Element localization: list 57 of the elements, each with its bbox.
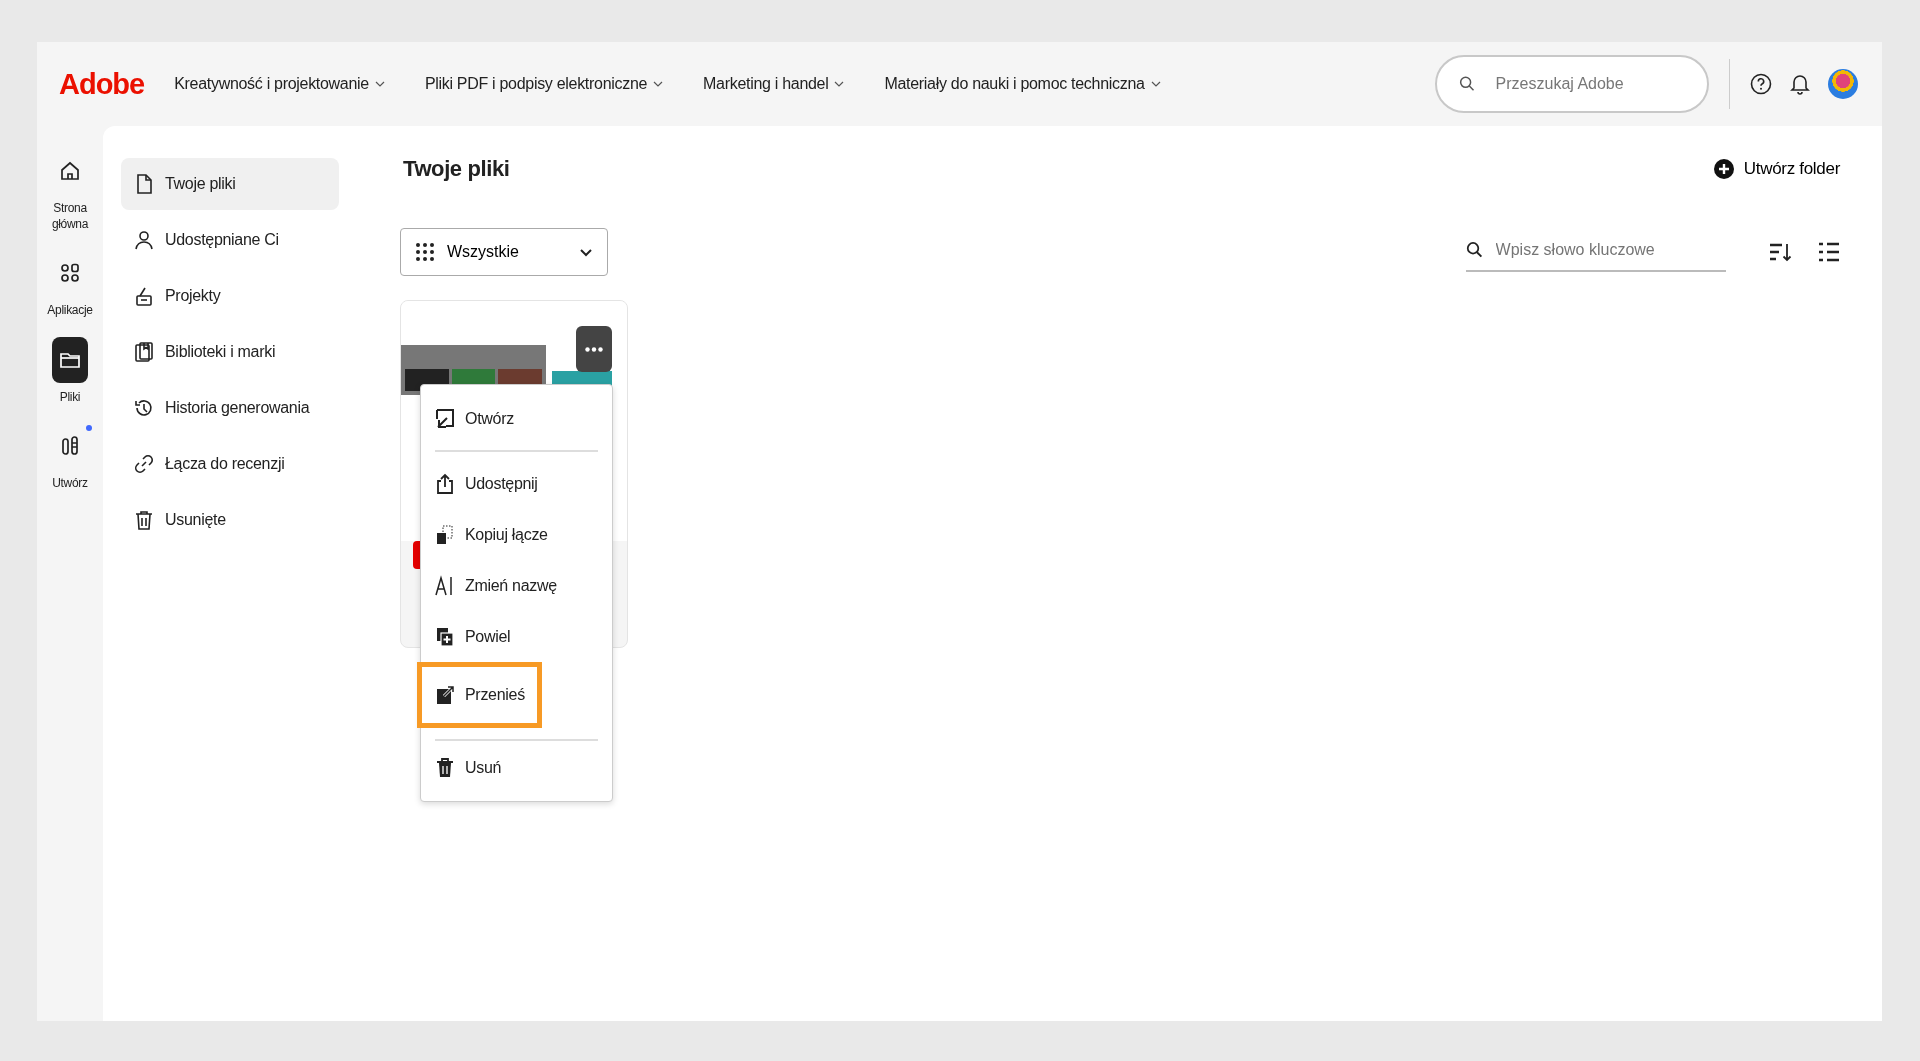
grid-icon — [415, 242, 435, 262]
link-icon — [133, 453, 155, 475]
plus-circle-icon — [1712, 158, 1735, 180]
menu-item[interactable]: Udostępnij — [421, 458, 612, 509]
nav-menu[interactable]: Pliki PDF i podpisy elektroniczne — [424, 75, 664, 93]
nav-menu[interactable]: Materiały do nauki i pomoc techniczna — [884, 75, 1161, 93]
rail-label: Aplikacje — [46, 302, 94, 319]
sidebar-item[interactable]: Łącza do recenzji — [121, 438, 339, 490]
list-view-icon[interactable] — [1818, 240, 1840, 264]
chevron-icon — [579, 247, 593, 257]
sidebar-item[interactable]: Udostępniane Ci — [121, 214, 339, 266]
sidebar-item[interactable]: Usunięte — [121, 494, 339, 546]
move-icon — [435, 684, 455, 706]
create-folder-button[interactable]: Utwórz folder — [1712, 158, 1840, 180]
filter-dropdown[interactable]: Wszystkie — [400, 228, 608, 276]
share-icon — [435, 472, 455, 495]
rail-label: Utwórz — [51, 474, 89, 491]
more-button[interactable] — [576, 326, 612, 372]
home-icon — [58, 159, 82, 183]
rail-label: Strona główna — [50, 200, 90, 233]
page-title: Twoje pliki — [403, 156, 510, 182]
trash-icon — [133, 509, 155, 531]
trash-icon — [435, 756, 455, 779]
chevron-icon — [653, 81, 664, 87]
sidebar-item[interactable]: Twoje pliki — [121, 158, 339, 210]
library-icon — [133, 341, 155, 363]
rename-icon — [435, 574, 455, 597]
open-icon — [435, 407, 455, 430]
search-field[interactable]: Przeszukaj Adobe — [1435, 55, 1709, 113]
nav-menu[interactable]: Kreatywność i projektowanie — [174, 75, 385, 93]
menu-item[interactable]: Usuń — [421, 742, 612, 793]
chevron-icon — [834, 81, 845, 87]
avatar[interactable] — [1828, 69, 1858, 99]
chevron-icon — [374, 81, 385, 87]
menu-item[interactable]: Kopiuj łącze — [421, 509, 612, 560]
sidebar-item[interactable]: Biblioteki i marki — [121, 326, 339, 378]
search-icon — [1466, 240, 1484, 260]
menu-item[interactable]: Powiel — [421, 611, 612, 662]
rail-button[interactable] — [52, 336, 88, 383]
copy-link-icon — [435, 523, 455, 546]
people-icon — [133, 229, 155, 251]
nav-menu[interactable]: Marketing i handel — [703, 75, 845, 93]
logo[interactable]: Adobe — [59, 67, 145, 101]
project-icon — [133, 285, 155, 307]
chevron-icon — [1150, 81, 1161, 87]
sidebar-item[interactable]: Projekty — [121, 270, 339, 322]
sidebar-item[interactable]: Historia generowania — [121, 382, 339, 434]
help-icon[interactable] — [1750, 73, 1772, 95]
bell-icon[interactable] — [1790, 73, 1810, 95]
history-icon — [133, 397, 155, 419]
keyword-search-field[interactable]: Wpisz słowo kluczowe — [1466, 232, 1726, 272]
rail-label: Pliki — [58, 388, 82, 405]
search-input[interactable]: Przeszukaj Adobe — [1493, 74, 1685, 94]
more-icon — [585, 346, 603, 352]
menu-item[interactable]: Zmień nazwę — [421, 560, 612, 611]
duplicate-icon — [435, 625, 455, 648]
keyword-input[interactable]: Wpisz słowo kluczowe — [1493, 240, 1726, 260]
